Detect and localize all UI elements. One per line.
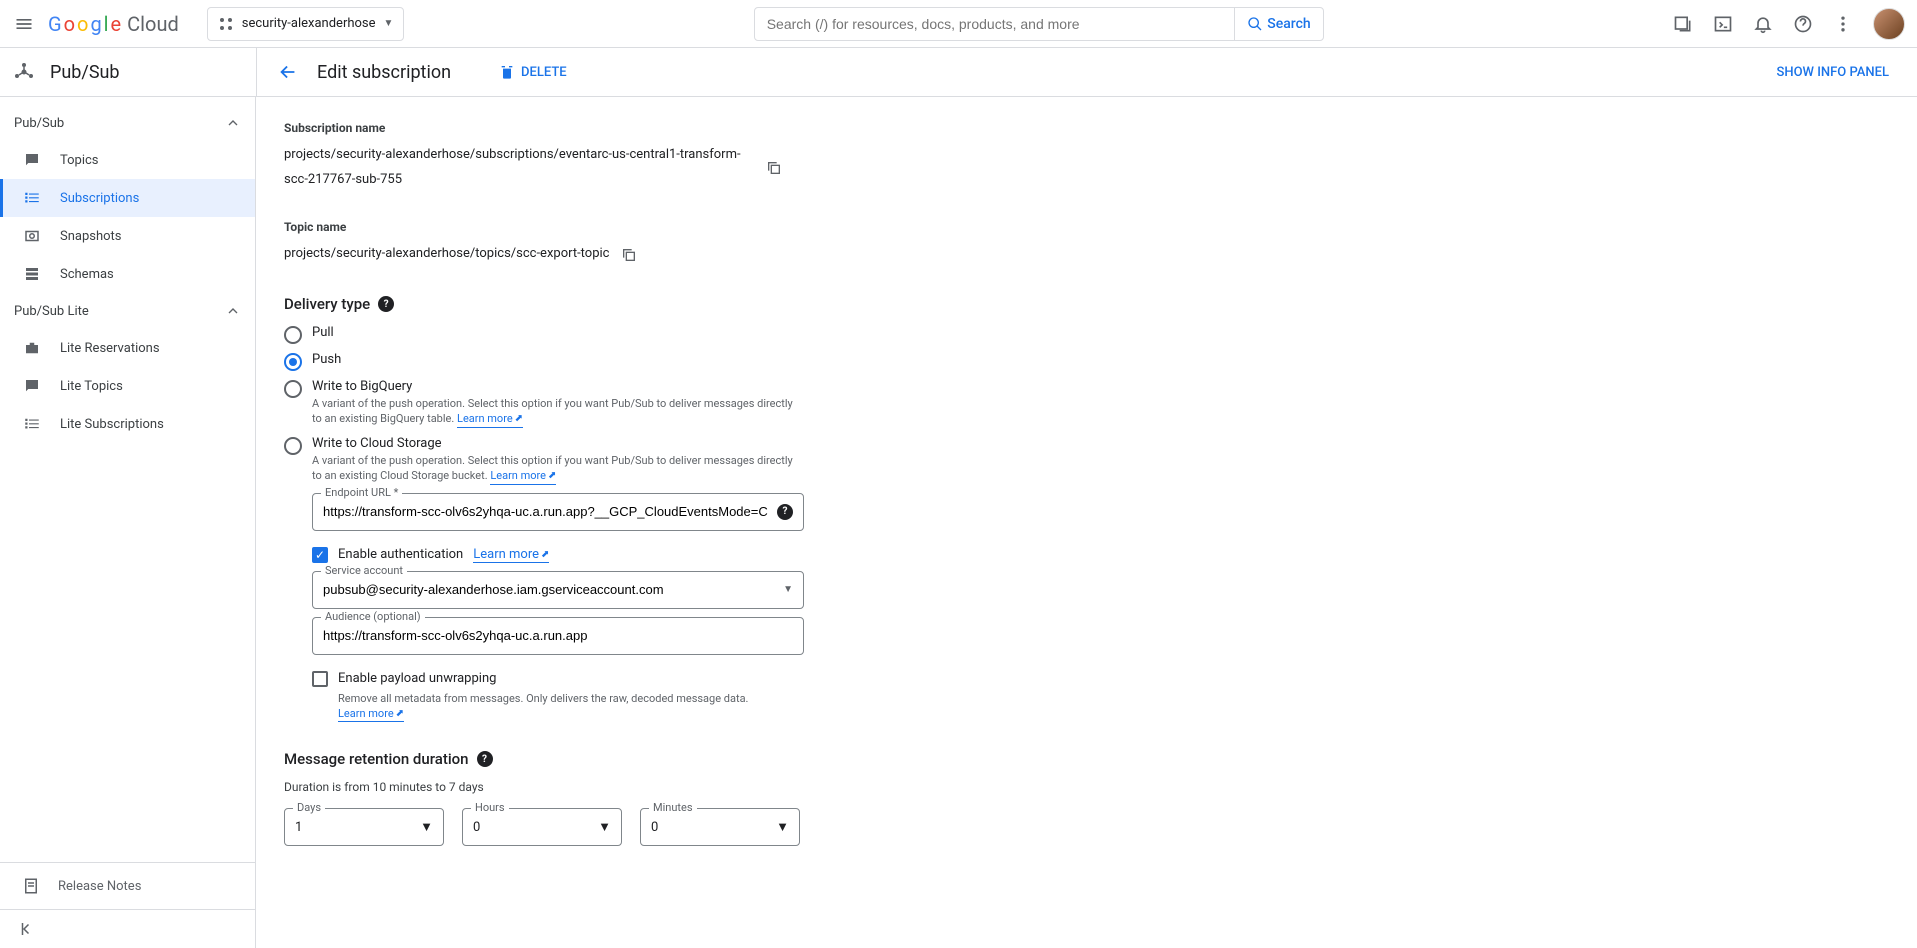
cloud-shell-icon[interactable] [1713, 14, 1733, 34]
learn-more-link[interactable]: Learn more⬈ [457, 411, 523, 427]
main-content: Subscription name projects/security-alex… [256, 97, 1917, 948]
notifications-icon[interactable] [1753, 14, 1773, 34]
list-icon [22, 415, 42, 433]
radio-pull[interactable] [284, 326, 302, 344]
sidebar-item-subscriptions[interactable]: Subscriptions [0, 179, 255, 217]
chevron-down-icon: ▼ [776, 819, 789, 835]
document-icon [22, 877, 40, 895]
sidebar: Pub/Sub Topics Subscriptions Snapshots S… [0, 97, 256, 948]
page-title: Edit subscription [317, 62, 451, 83]
retention-hint: Duration is from 10 minutes to 7 days [284, 780, 804, 794]
service-account-select[interactable] [323, 582, 783, 597]
more-icon[interactable] [1833, 14, 1853, 34]
sidebar-item-lite-reservations[interactable]: Lite Reservations [0, 329, 255, 367]
payload-unwrap-checkbox[interactable] [312, 671, 328, 687]
feedback-icon[interactable] [1673, 14, 1693, 34]
product-name: Pub/Sub [50, 62, 120, 83]
menu-icon[interactable] [12, 12, 36, 36]
sidebar-section-pubsub-lite[interactable]: Pub/Sub Lite [0, 293, 255, 329]
snapshot-icon [22, 227, 42, 245]
enable-auth-checkbox[interactable]: ✓ [312, 547, 328, 563]
delivery-type-heading: Delivery type [284, 295, 370, 313]
list-icon [22, 189, 42, 207]
chevron-down-icon: ▼ [384, 18, 394, 29]
days-select[interactable]: Days 1 ▼ [284, 808, 444, 846]
delete-button[interactable]: DELETE [499, 64, 567, 80]
external-link-icon: ⬈ [396, 707, 404, 721]
top-header: Google Cloud security-alexanderhose ▼ Se… [0, 0, 1917, 48]
search-bar: Search [754, 7, 1324, 41]
external-link-icon: ⬈ [515, 412, 523, 426]
chevron-down-icon: ▼ [420, 819, 433, 835]
service-account-field[interactable]: Service account ▼ [312, 571, 804, 609]
minutes-select[interactable]: Minutes 0 ▼ [640, 808, 800, 846]
briefcase-icon [22, 339, 42, 357]
sidebar-item-lite-topics[interactable]: Lite Topics [0, 367, 255, 405]
retention-heading: Message retention duration [284, 750, 469, 768]
endpoint-url-input[interactable] [323, 504, 777, 519]
learn-more-link[interactable]: Learn more⬈ [338, 706, 404, 722]
endpoint-url-field: Endpoint URL * ? [312, 493, 804, 531]
search-input[interactable] [755, 16, 1235, 32]
topic-name-label: Topic name [284, 220, 804, 234]
show-info-panel-button[interactable]: SHOW INFO PANEL [1776, 65, 1889, 80]
chat-icon [22, 377, 42, 395]
learn-more-link[interactable]: Learn more⬈ [473, 547, 549, 563]
copy-icon[interactable] [766, 160, 782, 176]
chat-icon [22, 151, 42, 169]
audience-input[interactable] [323, 628, 793, 643]
back-button[interactable] [277, 61, 299, 83]
avatar[interactable] [1873, 8, 1905, 40]
radio-push[interactable] [284, 353, 302, 371]
pubsub-icon [12, 60, 36, 84]
sidebar-item-snapshots[interactable]: Snapshots [0, 217, 255, 255]
sidebar-item-topics[interactable]: Topics [0, 141, 255, 179]
external-link-icon: ⬈ [541, 549, 549, 560]
radio-cloud-storage[interactable] [284, 437, 302, 455]
sidebar-item-schemas[interactable]: Schemas [0, 255, 255, 293]
release-notes-link[interactable]: Release Notes [0, 862, 255, 909]
topic-name-value: projects/security-alexanderhose/topics/s… [284, 242, 609, 267]
learn-more-link[interactable]: Learn more⬈ [490, 468, 556, 484]
search-button[interactable]: Search [1234, 8, 1322, 40]
subscription-name-label: Subscription name [284, 121, 804, 135]
subscription-name-value: projects/security-alexanderhose/subscrip… [284, 143, 754, 192]
chevron-down-icon: ▼ [783, 584, 793, 595]
help-icon[interactable]: ? [378, 296, 394, 312]
sub-header: Pub/Sub Edit subscription DELETE SHOW IN… [0, 48, 1917, 97]
sidebar-section-pubsub[interactable]: Pub/Sub [0, 105, 255, 141]
chevron-up-icon [225, 303, 241, 319]
project-name: security-alexanderhose [242, 16, 376, 31]
help-icon[interactable] [1793, 14, 1813, 34]
external-link-icon: ⬈ [548, 469, 556, 483]
help-icon[interactable]: ? [477, 751, 493, 767]
hours-select[interactable]: Hours 0 ▼ [462, 808, 622, 846]
gcp-logo[interactable]: Google Cloud [48, 12, 179, 36]
help-icon[interactable]: ? [777, 504, 793, 520]
sidebar-item-lite-subscriptions[interactable]: Lite Subscriptions [0, 405, 255, 443]
schema-icon [22, 265, 42, 283]
radio-bigquery[interactable] [284, 380, 302, 398]
copy-icon[interactable] [621, 247, 637, 263]
audience-field: Audience (optional) [312, 617, 804, 655]
chevron-down-icon: ▼ [598, 819, 611, 835]
project-picker[interactable]: security-alexanderhose ▼ [207, 7, 405, 41]
collapse-sidebar-button[interactable] [0, 909, 255, 948]
chevron-up-icon [225, 115, 241, 131]
